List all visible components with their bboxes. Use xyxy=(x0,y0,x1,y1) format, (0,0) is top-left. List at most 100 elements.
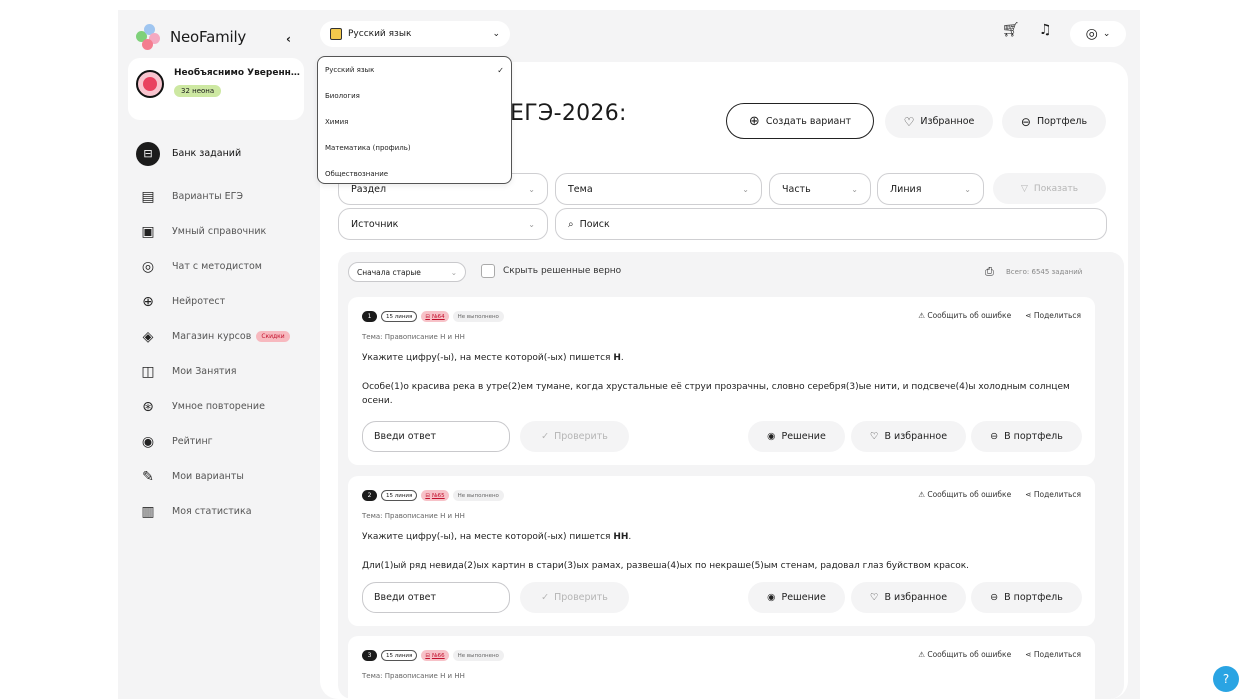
dropdown-option[interactable]: Обществознание xyxy=(318,161,511,187)
show-button[interactable]: ▽ Показать xyxy=(993,173,1106,204)
line-select[interactable]: Линия ⌄ xyxy=(877,173,984,205)
subject-selector[interactable]: Русский язык ⌄ xyxy=(320,21,510,47)
sidebar-item[interactable]: ⊕ Нейротест xyxy=(128,284,313,319)
dropdown-option-label: Биология xyxy=(325,92,360,100)
archive-icon: ⊟ xyxy=(425,652,430,659)
share-link[interactable]: ⋖ Поделиться xyxy=(1025,490,1081,499)
sidebar-item[interactable]: ◎ Чат с методистом xyxy=(128,249,313,284)
status-badge: Не выполнено xyxy=(452,311,504,322)
answer-input[interactable]: Введи ответ xyxy=(362,421,510,452)
check-button[interactable]: ✓ Проверить xyxy=(520,421,629,452)
add-to-favorites-button[interactable]: ♡ В избранное xyxy=(851,421,966,452)
sidebar-item-label: Банк заданий xyxy=(172,148,242,159)
collapse-sidebar-icon[interactable]: ‹ xyxy=(286,32,291,46)
solution-button-label: Решение xyxy=(781,431,826,442)
sidebar-nav: ⊟ Банк заданий ▤ Варианты ЕГЭ ▣ Умный справоч… xyxy=(128,136,313,529)
report-error-link[interactable]: ⚠ Сообщить об ошибке xyxy=(918,490,1011,499)
sidebar-item[interactable]: ▤ Варианты ЕГЭ xyxy=(128,179,313,214)
report-error-link[interactable]: ⚠ Сообщить об ошибке xyxy=(918,311,1011,320)
printer-icon[interactable]: ⎙ xyxy=(985,265,994,279)
add-to-favorites-button-label: В избранное xyxy=(884,592,948,603)
robot-icon: ⊕ xyxy=(142,293,154,310)
sort-select[interactable]: Сначала старые ⌄ xyxy=(348,262,466,282)
chevron-down-icon: ⌄ xyxy=(964,184,971,194)
portfolio-button[interactable]: ⊖ Портфель xyxy=(1002,105,1106,138)
share-label: Поделиться xyxy=(1033,490,1081,499)
answer-input[interactable]: Введи ответ xyxy=(362,582,510,613)
check-label: Проверить xyxy=(554,592,608,603)
filter-icon: ▽ xyxy=(1021,183,1028,194)
create-variant-button[interactable]: ⊕ Создать вариант xyxy=(726,103,874,139)
add-to-portfolio-button-label: В портфель xyxy=(1004,592,1063,603)
solution-button[interactable]: ◉ Решение xyxy=(748,582,845,613)
report-error-link[interactable]: ⚠ Сообщить об ошибке xyxy=(918,650,1011,659)
dropdown-option-label: Обществознание xyxy=(325,170,389,178)
dropdown-option[interactable]: Русский язык ✓ xyxy=(318,57,511,83)
help-icon[interactable]: ? xyxy=(1213,666,1239,692)
dropdown-option[interactable]: Математика (профиль) xyxy=(318,135,511,161)
task-number: 3 xyxy=(362,650,377,661)
source-select[interactable]: Источник ⌄ xyxy=(338,208,548,240)
subject-value: Русский язык xyxy=(348,29,412,39)
solution-button[interactable]: ◉ Решение xyxy=(748,421,845,452)
task-sentence: Дли(1)ый ряд невида(2)ых картин в стари(… xyxy=(362,561,970,571)
report-label: Сообщить об ошибке xyxy=(927,311,1012,320)
share-link[interactable]: ⋖ Поделиться xyxy=(1025,311,1081,320)
heart-icon: ♡ xyxy=(869,431,879,442)
status-badge: Не выполнено xyxy=(452,490,504,501)
archive-icon: ⊟ xyxy=(136,141,160,166)
heart-icon: ♡ xyxy=(869,592,879,603)
sidebar-item[interactable]: ▥ Моя статистика xyxy=(128,494,313,529)
book-icon xyxy=(330,28,342,40)
dropdown-option[interactable]: Биология xyxy=(318,83,511,109)
sidebar-item-label: Нейротест xyxy=(172,296,226,307)
show-label: Показать xyxy=(1033,183,1078,194)
task-actions: ⚠ Сообщить об ошибке ⋖ Поделиться xyxy=(918,490,1081,499)
topic-select[interactable]: Тема ⌄ xyxy=(555,173,762,205)
user-card[interactable]: Необъяснимо Уверенн… 32 неона xyxy=(128,58,304,120)
sidebar-item-label: Мои Занятия xyxy=(172,366,237,377)
bank-number: №64 xyxy=(431,313,445,320)
briefcase-icon: ⊖ xyxy=(990,431,999,442)
check-button[interactable]: ✓ Проверить xyxy=(520,582,629,613)
chevron-down-icon: ⌄ xyxy=(492,29,500,39)
sidebar-item[interactable]: ◉ Рейтинг xyxy=(128,424,313,459)
sidebar-item[interactable]: ◈ Магазин курсов Скидки xyxy=(128,319,313,354)
bank-number-link[interactable]: ⊟ №66 xyxy=(421,650,449,661)
add-to-favorites-button[interactable]: ♡ В избранное xyxy=(851,582,966,613)
sidebar-item[interactable]: ▣ Умный справочник xyxy=(128,214,313,249)
page-title: ЕГЭ-2026: xyxy=(510,101,627,126)
add-to-favorites-button-label: В избранное xyxy=(884,431,948,442)
search-input[interactable]: ⌕ Поиск xyxy=(555,208,1107,240)
bank-number-link[interactable]: ⊟ №64 xyxy=(421,311,449,322)
cart-icon[interactable]: 🛒︎ xyxy=(1002,22,1020,38)
part-select[interactable]: Часть ⌄ xyxy=(769,173,871,205)
status-badge: Не выполнено xyxy=(452,650,504,661)
eye-icon: ◉ xyxy=(767,592,776,603)
sidebar-item[interactable]: ⊟ Банк заданий xyxy=(128,136,313,171)
add-to-portfolio-button[interactable]: ⊖ В портфель xyxy=(971,582,1082,613)
share-icon: ⋖ xyxy=(1025,490,1034,499)
dropdown-option[interactable]: Химия xyxy=(318,109,511,135)
add-to-portfolio-button[interactable]: ⊖ В портфель xyxy=(971,421,1082,452)
hide-solved-checkbox[interactable] xyxy=(481,264,495,278)
profile-menu[interactable]: ◎ ⌄ xyxy=(1070,21,1126,47)
sidebar-item[interactable]: ✎ Мои варианты xyxy=(128,459,313,494)
favorites-button[interactable]: ♡ Избранное xyxy=(885,105,993,138)
neofamily-logo-icon xyxy=(136,24,162,50)
solution-button-label: Решение xyxy=(781,592,826,603)
sidebar-item[interactable]: ◫ Мои Занятия xyxy=(128,354,313,389)
share-link[interactable]: ⋖ Поделиться xyxy=(1025,650,1081,659)
sidebar-item[interactable]: ⊛ Умное повторение xyxy=(128,389,313,424)
bank-number-link[interactable]: ⊟ №65 xyxy=(421,490,449,501)
bell-icon[interactable]: ♫︎ xyxy=(1039,22,1052,38)
task-chips: 1 15 линия ⊟ №64 Не выполнено xyxy=(362,311,504,322)
sidebar-item-label: Варианты ЕГЭ xyxy=(172,191,244,202)
brain-icon: ⊛ xyxy=(142,398,154,415)
task-card: 1 15 линия ⊟ №64 Не выполнено ⚠ Сообщить об о… xyxy=(348,297,1095,465)
archive-icon: ⊟ xyxy=(425,313,430,320)
logo[interactable]: NeoFamily xyxy=(136,24,246,50)
share-label: Поделиться xyxy=(1033,311,1081,320)
task-card: 2 15 линия ⊟ №65 Не выполнено ⚠ Сообщить об о… xyxy=(348,476,1095,626)
user-name: Необъяснимо Уверенн… xyxy=(174,68,300,78)
